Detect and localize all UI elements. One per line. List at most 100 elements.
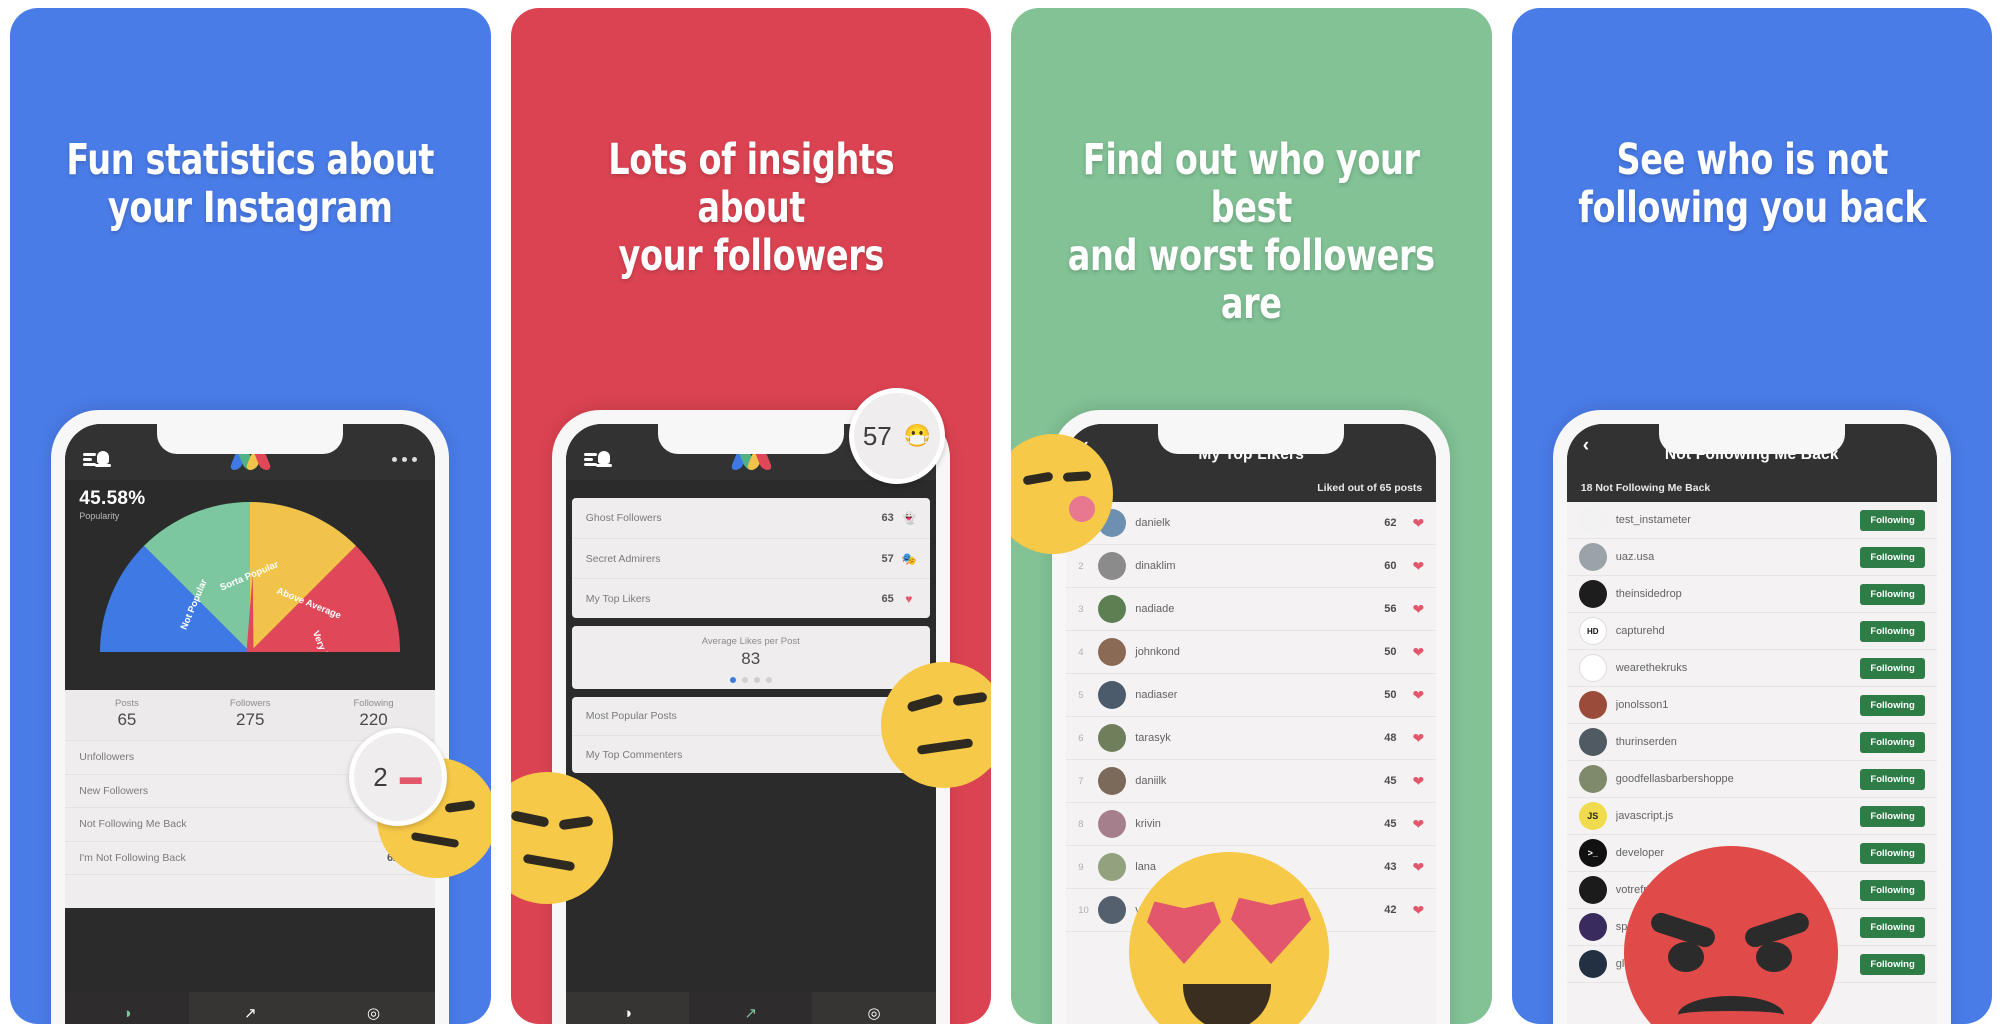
row-username: jonolsson1	[1615, 699, 1669, 711]
following-button[interactable]: Following	[1860, 842, 1925, 864]
following-button[interactable]: Following	[1860, 916, 1925, 938]
list-item[interactable]: Secret Admirers 57 🎭	[571, 538, 930, 578]
list-item[interactable]: Most Popular Posts ★	[572, 697, 930, 735]
stat-posts: Posts 65	[65, 698, 188, 730]
row-rank: 3	[1078, 603, 1084, 615]
following-button[interactable]: Following	[1860, 620, 1925, 642]
tab-engagement[interactable]: ↗ Engagement	[189, 992, 312, 1024]
table-row[interactable]: wearethekruks Following	[1566, 650, 1937, 687]
avatar	[1578, 580, 1607, 608]
list-item[interactable]: My Top Likers 65 ♥	[571, 578, 930, 618]
table-row[interactable]: 4 johnkond 50 ❤	[1066, 631, 1437, 674]
dashboard-icon: ◑	[622, 1005, 632, 1022]
notch	[1658, 424, 1845, 454]
row-label: My Top Likers	[585, 592, 651, 605]
table-row[interactable]: HD capturehd Following	[1566, 613, 1937, 650]
row-value: 65	[881, 592, 894, 605]
panel-3: Find out who your best and worst followe…	[1011, 8, 1492, 1024]
avatar	[1578, 691, 1607, 719]
table-row[interactable]: 7 daniilk 45 ❤	[1066, 760, 1437, 803]
popularity-value: 45.58%	[79, 488, 146, 509]
table-row[interactable]: jonolsson1 Following	[1566, 687, 1937, 724]
row-username: dinaklim	[1135, 560, 1176, 572]
back-icon[interactable]: ‹	[1583, 436, 1589, 455]
subtitle-bar: Liked out of 65 posts	[1066, 474, 1437, 502]
following-button[interactable]: Following	[1860, 694, 1925, 716]
table-row[interactable]: 8 krivin 45 ❤	[1066, 803, 1437, 846]
list-item[interactable]: I'm Not Following Back 62 →	[65, 840, 436, 875]
row-rank: 6	[1078, 732, 1084, 744]
following-button[interactable]: Following	[1860, 583, 1925, 605]
row-like-count: 45	[1384, 775, 1397, 787]
panel-4-headline: See who is not following you back	[1577, 135, 1926, 234]
table-row[interactable]: goodfellasbarbershoppe Following	[1566, 761, 1937, 798]
following-button[interactable]: Following	[1860, 768, 1925, 790]
unfollowers-zoom-lens: 2 ▬	[348, 728, 447, 826]
panel-1-headline: Fun statistics about your Instagram	[66, 135, 435, 234]
pager-dot[interactable]	[741, 677, 748, 683]
following-button[interactable]: Following	[1860, 546, 1925, 568]
panel-2-headline: Lots of insights about your followers	[607, 135, 894, 282]
table-row[interactable]: test_instameter Following	[1566, 502, 1937, 539]
avatar	[1098, 681, 1127, 709]
notifications-icon[interactable]	[583, 449, 612, 469]
pager-dot[interactable]	[729, 677, 736, 683]
table-row[interactable]: 2 dinaklim 60 ❤	[1066, 545, 1437, 588]
table-row[interactable]: 6 tarasyk 48 ❤	[1066, 717, 1437, 760]
notifications-icon[interactable]	[83, 449, 112, 469]
engagement-list: Ghost Followers 63 👻 Secret Admirers 57 …	[571, 498, 930, 618]
row-like-count: 60	[1384, 560, 1397, 572]
row-value: 63	[881, 512, 894, 524]
avatar	[1578, 913, 1607, 941]
following-button[interactable]: Following	[1860, 509, 1925, 531]
gauge-label-not-popular: Not Popular	[178, 577, 211, 632]
tab-dashboard[interactable]: ◑ Dashboard	[566, 992, 689, 1024]
avatar: >_	[1578, 839, 1607, 867]
lens-value: 2	[373, 761, 388, 792]
pager-dot[interactable]	[753, 677, 760, 683]
row-like-count: 43	[1384, 861, 1397, 873]
list-item[interactable]: Ghost Followers 63 👻	[572, 498, 930, 538]
popularity-readout: 45.58% Popularity	[79, 488, 145, 521]
table-row[interactable]: 5 nadiaser 50 ❤	[1066, 674, 1437, 717]
stat-following: Following 220	[312, 698, 435, 730]
carousel-pager[interactable]	[572, 677, 930, 683]
row-username: goodfellasbarbershoppe	[1615, 773, 1734, 785]
row-label: My Top Commenters	[585, 748, 683, 761]
tab-discover[interactable]: ◎ Discover	[812, 992, 935, 1024]
phone-1: 45.58% Popularity Not Popular Sorta Popu…	[51, 410, 450, 1024]
pager-dot[interactable]	[765, 677, 772, 683]
trending-up-icon: ↗	[744, 1005, 758, 1022]
table-row[interactable]: 1 danielk 62 ❤	[1066, 502, 1437, 545]
row-username: wearethekruks	[1615, 662, 1688, 674]
tab-discover[interactable]: ◎ Discover	[312, 992, 435, 1024]
engagement-content: Ghost Followers 63 👻 Secret Admirers 57 …	[565, 480, 936, 992]
screenshot-gallery: Fun statistics about your Instagram 45.5…	[0, 0, 2002, 1032]
table-row[interactable]: 3 nadiade 56 ❤	[1066, 588, 1437, 631]
following-button[interactable]: Following	[1860, 657, 1925, 679]
following-button[interactable]: Following	[1860, 953, 1925, 975]
row-like-count: 56	[1384, 603, 1397, 615]
more-options-icon[interactable]	[392, 456, 418, 462]
table-row[interactable]: JS javascript.js Following	[1566, 798, 1937, 835]
stat-following-label: Following	[353, 698, 394, 709]
phone-1-screen: 45.58% Popularity Not Popular Sorta Popu…	[65, 424, 436, 1024]
row-rank: 8	[1078, 818, 1084, 830]
following-button[interactable]: Following	[1860, 731, 1925, 753]
table-row[interactable]: uaz.usa Following	[1566, 539, 1937, 576]
heart-icon: ❤	[1412, 773, 1425, 789]
stat-followers-label: Followers	[229, 698, 271, 709]
table-row[interactable]: thurinserden Following	[1566, 724, 1937, 761]
avatar: JS	[1578, 802, 1607, 830]
tab-engagement[interactable]: ↗ Engagement	[689, 992, 813, 1024]
avatar	[1098, 767, 1127, 795]
row-username: krivin	[1135, 818, 1161, 830]
avatar: HD	[1578, 617, 1607, 645]
row-like-count: 48	[1384, 732, 1397, 744]
avatar	[1098, 724, 1127, 752]
following-button[interactable]: Following	[1860, 879, 1925, 901]
tab-dashboard[interactable]: ◑ Dashboard	[65, 992, 189, 1024]
following-button[interactable]: Following	[1860, 805, 1925, 827]
table-row[interactable]: theinsidedrop Following	[1566, 576, 1937, 613]
list-item[interactable]: My Top Commenters ●	[571, 735, 930, 773]
